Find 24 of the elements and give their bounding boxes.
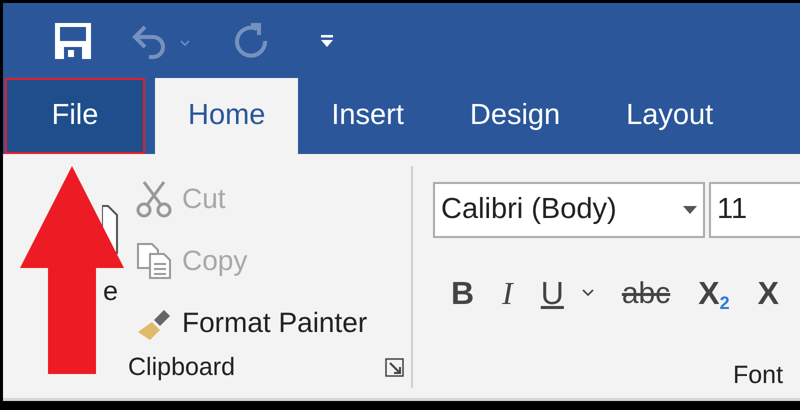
underline-button[interactable]: U: [540, 269, 564, 317]
font-size-field[interactable]: 11: [709, 182, 800, 238]
ribbon-tab[interactable]: File: [5, 78, 145, 154]
scissors-icon: [136, 180, 172, 218]
bold-button[interactable]: B: [451, 269, 474, 317]
ribbon-tab[interactable]: Home: [155, 78, 298, 154]
ribbon-tab[interactable]: Insert: [298, 78, 437, 154]
ribbon-tab[interactable]: Design: [436, 78, 594, 154]
dialog-launcher-icon[interactable]: [385, 358, 405, 378]
copy-icon: [136, 242, 172, 280]
superscript-button[interactable]: X: [758, 269, 779, 317]
chevron-icon[interactable]: [582, 289, 594, 297]
save-icon[interactable]: [53, 20, 93, 60]
subscript-button[interactable]: X$_{2}$: [698, 269, 730, 317]
group-label: Clipboard: [128, 352, 236, 384]
ribbon-tab[interactable]: Layout: [593, 78, 746, 154]
ribbon-button[interactable]: Format Painter: [136, 298, 368, 348]
group-label: Font: [733, 360, 784, 390]
font-name-field[interactable]: Calibri (Body): [433, 182, 705, 238]
italic-button[interactable]: I: [502, 269, 513, 317]
strikethrough-button[interactable]: abc: [622, 270, 670, 316]
caret-icon: [683, 206, 697, 214]
paste-label[interactable]: e: [102, 278, 118, 305]
dropdown-icon[interactable]: [319, 32, 335, 48]
